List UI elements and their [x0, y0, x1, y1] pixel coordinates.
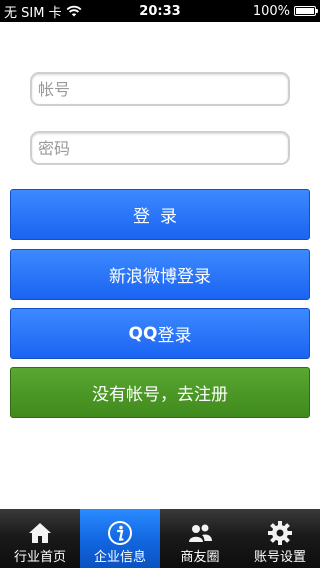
tab-account-settings[interactable]: 账号设置: [240, 509, 320, 568]
tab-industry-home[interactable]: 行业首页: [0, 509, 80, 568]
tab-business-friends[interactable]: 商友圈: [160, 509, 240, 568]
tab-label: 行业首页: [13, 550, 66, 565]
login-button[interactable]: 登录: [10, 189, 310, 240]
wifi-icon: [66, 5, 82, 17]
tab-label: 企业信息: [93, 550, 146, 565]
qq-login-button[interactable]: QQ 登录: [10, 308, 310, 359]
qq-label-suffix: 登录: [157, 326, 192, 346]
status-bar: 无 SIM 卡 20:33 100%: [0, 0, 320, 22]
friends-icon: [189, 524, 212, 542]
register-button[interactable]: 没有帐号，去注册: [10, 367, 310, 418]
tab-label: 账号设置: [253, 550, 306, 565]
qq-label-brand: QQ: [128, 323, 158, 344]
gear-icon: [268, 521, 292, 545]
carrier-label: 无 SIM 卡: [4, 5, 62, 21]
status-left: 无 SIM 卡: [4, 2, 82, 21]
tab-company-info[interactable]: 企业信息: [80, 509, 160, 568]
register-button-label: 没有帐号，去注册: [92, 385, 228, 405]
home-icon: [29, 523, 51, 543]
battery-icon: [294, 6, 318, 16]
tab-bar: 行业首页 企业信息 商友圈 账号设置: [0, 509, 320, 568]
status-right: 100%: [252, 3, 318, 19]
battery-percent: 100%: [252, 3, 290, 19]
account-input[interactable]: [30, 72, 290, 106]
weibo-login-label: 新浪微博登录: [109, 267, 211, 287]
info-icon: [108, 521, 132, 545]
weibo-login-button[interactable]: 新浪微博登录: [10, 249, 310, 300]
login-button-label: 登录: [133, 207, 187, 227]
tab-label: 商友圈: [180, 550, 220, 565]
password-input[interactable]: [30, 131, 290, 165]
